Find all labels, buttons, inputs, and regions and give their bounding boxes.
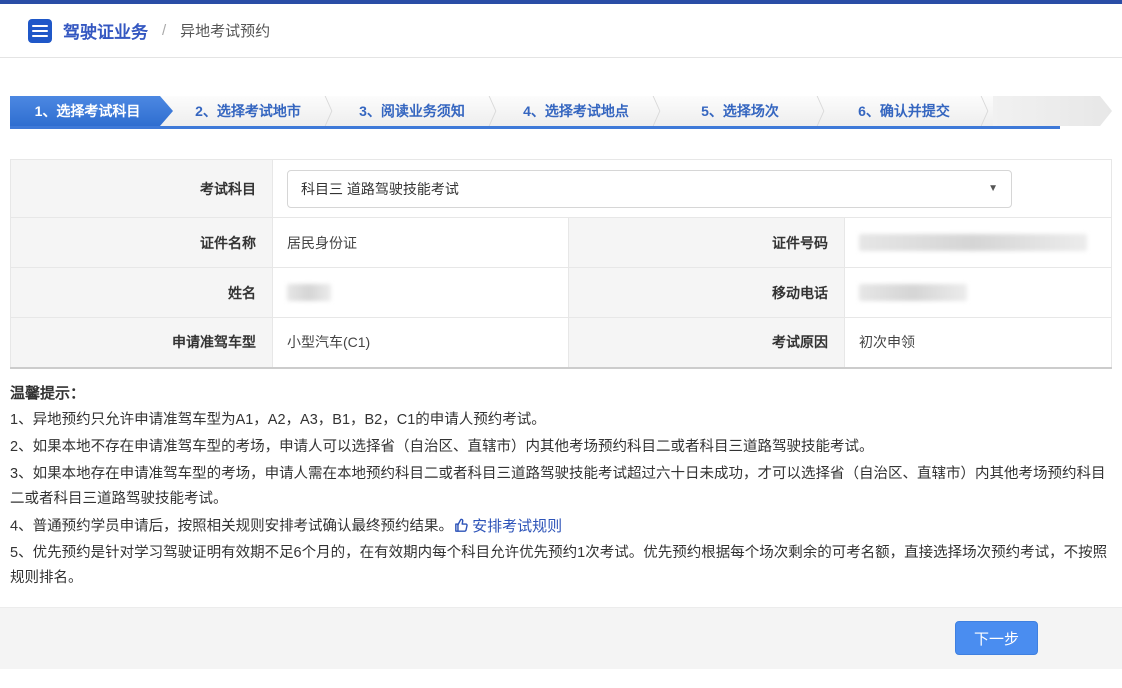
breadcrumb-current: 异地考试预约 (180, 23, 271, 40)
step-tab-bar: 1、选择考试科目 2、选择考试地市 3、阅读业务须知 4、选择考试地点 5、选择… (10, 96, 1112, 129)
name-redacted-value (287, 284, 331, 302)
tip-item-5: 5、优先预约是针对学习驾驶证明有效期不足6个月的，在有效期内每个科目允许优先预约… (10, 544, 1108, 586)
exam-subject-selected-value: 科目三 道路驾驶技能考试 (301, 180, 459, 197)
tab-chevron-separator (979, 96, 993, 126)
id-type-value: 居民身份证 (272, 217, 569, 268)
exam-reason-label: 考试原因 (568, 317, 845, 368)
step-tab-3-read-notice[interactable]: 3、阅读业务须知 (337, 96, 487, 126)
id-number-redacted-value (859, 234, 1087, 252)
mobile-redacted-value (859, 284, 967, 302)
step-tab-6-confirm-submit[interactable]: 6、确认并提交 (829, 96, 979, 126)
exam-rules-link-text: 安排考试规则 (472, 517, 563, 535)
tip-item-3: 3、如果本地存在申请准驾车型的考场，申请人需在本地预约科目二或者科目三道路驾驶技… (10, 465, 1106, 507)
page-header: 驾驶证业务 / 异地考试预约 (0, 4, 1122, 58)
step-tab-5-select-session[interactable]: 5、选择场次 (665, 96, 815, 126)
mobile-label: 移动电话 (568, 267, 845, 318)
exam-rules-link[interactable]: 安排考试规则 (453, 514, 562, 539)
module-title: 驾驶证业务 (63, 23, 148, 42)
tab-chevron-separator (323, 96, 337, 126)
tips-title: 温馨提示： (10, 384, 86, 402)
table-row: 姓名 移动电话 (10, 267, 1112, 318)
vehicle-type-value: 小型汽车(C1) (272, 317, 569, 368)
name-label: 姓名 (10, 267, 273, 318)
tab-chevron-separator (487, 96, 501, 126)
tab-bar-filler (993, 96, 1112, 126)
step-tab-2-select-city[interactable]: 2、选择考试地市 (173, 96, 323, 126)
tips-section: 温馨提示： 1、异地预约只允许申请准驾车型为A1，A2，A3，B1，B2，C1的… (10, 382, 1112, 591)
vehicle-type-label: 申请准驾车型 (10, 317, 273, 368)
tip-item-4-text: 4、普通预约学员申请后，按照相关规则安排考试确认最终预约结果。 (10, 517, 454, 534)
chevron-down-icon: ▼ (988, 183, 998, 194)
exam-reason-value: 初次申领 (844, 317, 1112, 368)
exam-subject-select[interactable]: 科目三 道路驾驶技能考试 ▼ (287, 169, 1012, 208)
tip-item-2: 2、如果本地不存在申请准驾车型的考场，申请人可以选择省（自治区、直辖市）内其他考… (10, 438, 874, 455)
thumb-up-icon (455, 518, 468, 532)
next-step-button[interactable]: 下一步 (954, 621, 1038, 656)
tip-item-1: 1、异地预约只允许申请准驾车型为A1，A2，A3，B1，B2，C1的申请人预约考… (10, 411, 546, 428)
table-row: 考试科目 科目三 道路驾驶技能考试 ▼ (10, 159, 1112, 218)
list-icon (28, 18, 52, 43)
id-number-label: 证件号码 (568, 217, 845, 268)
step-tab-1-select-subject[interactable]: 1、选择考试科目 (10, 96, 173, 126)
step-tab-4-select-site[interactable]: 4、选择考试地点 (501, 96, 651, 126)
table-row: 证件名称 居民身份证 证件号码 (10, 217, 1112, 268)
tab-chevron-separator (815, 96, 829, 126)
tab-chevron-separator (651, 96, 665, 126)
exam-subject-label: 考试科目 (10, 159, 273, 218)
application-info-table: 考试科目 科目三 道路驾驶技能考试 ▼ 证件名称 居民身份证 证件号码 姓名 移… (10, 159, 1112, 369)
tip-item-4: 4、普通预约学员申请后，按照相关规则安排考试确认最终预约结果。 安排考试规则 (10, 514, 1112, 539)
footer-action-bar: 下一步 (0, 606, 1122, 669)
tab-bar-underline (10, 126, 1060, 129)
id-type-label: 证件名称 (10, 217, 273, 268)
table-row: 申请准驾车型 小型汽车(C1) 考试原因 初次申领 (10, 317, 1112, 368)
breadcrumb-separator: / (162, 22, 167, 39)
